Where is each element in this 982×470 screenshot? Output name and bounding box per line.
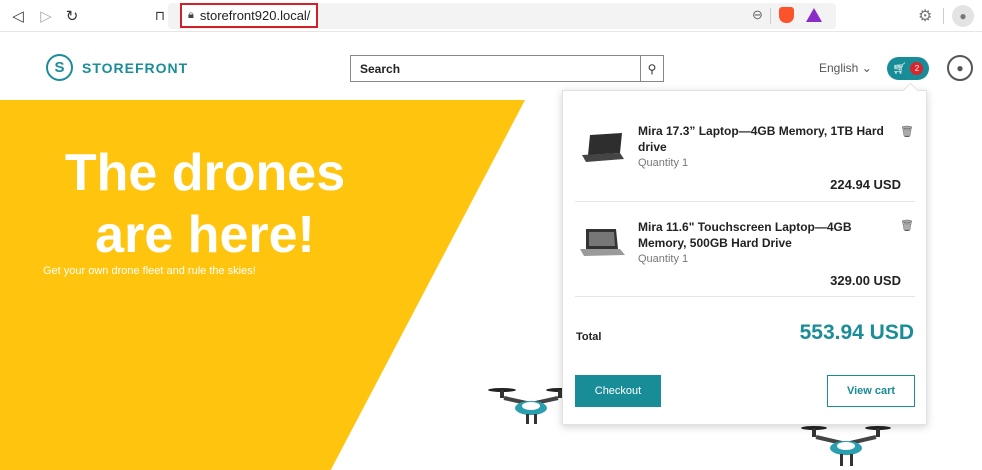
extensions-icon[interactable]: ⚙ — [918, 6, 932, 26]
laptop-17-thumbnail — [582, 133, 624, 162]
cart-icon: 🛒︎ — [892, 63, 907, 75]
divider — [575, 296, 915, 297]
language-selector[interactable]: English ⌄ — [819, 61, 872, 75]
reload-icon[interactable]: ↻ — [62, 6, 82, 26]
cart-item-price: 329.00 USD — [830, 273, 901, 288]
laptop-11-thumbnail — [580, 229, 625, 256]
divider — [943, 8, 944, 24]
search-button[interactable]: ⚲ — [640, 55, 664, 82]
back-icon[interactable]: ◁ — [8, 6, 28, 26]
trash-icon[interactable]: 🗑︎ — [900, 219, 914, 232]
search-bar: ⚲ — [350, 55, 664, 82]
browser-profile-icon[interactable]: ● — [952, 5, 974, 27]
url-text: storefront920.local/ — [199, 8, 311, 23]
zoom-icon[interactable]: ⊖ — [752, 7, 763, 23]
logo-text: STOREFRONT — [82, 59, 189, 76]
total-label: Total — [576, 331, 602, 343]
cart-item-name[interactable]: Mira 17.3” Laptop—4GB Memory, 1TB Hard d… — [638, 123, 893, 155]
search-input[interactable] — [350, 55, 640, 82]
lock-icon: 🔒︎ — [188, 9, 194, 21]
hero-title: The drones are here! — [40, 142, 370, 266]
language-label: English — [819, 61, 859, 75]
cart-item-quantity: Quantity 1 — [638, 157, 689, 169]
hero-title-line-2: are here! — [95, 206, 315, 264]
logo-icon: S — [46, 54, 73, 81]
cart-item-name[interactable]: Mira 11.6" Touchscreen Laptop—4GB Memory… — [638, 219, 893, 251]
user-account-button[interactable]: ● — [947, 55, 973, 81]
divider — [575, 201, 915, 202]
search-icon: ⚲ — [647, 61, 657, 76]
hero-title-line-1: The drones — [64, 144, 346, 202]
cart-count-badge: 2 — [910, 62, 924, 75]
cart-button[interactable]: 🛒︎ 2 — [887, 57, 929, 80]
brave-rewards-icon[interactable] — [806, 8, 822, 22]
address-bar[interactable]: 🔒︎ storefront920.local/ — [180, 3, 318, 28]
user-icon: ● — [956, 61, 964, 75]
cart-item-quantity: Quantity 1 — [638, 253, 689, 265]
forward-icon[interactable]: ▷ — [36, 6, 56, 26]
view-cart-button[interactable]: View cart — [827, 375, 915, 407]
hero-subtitle: Get your own drone fleet and rule the sk… — [43, 265, 256, 277]
divider — [770, 8, 771, 24]
total-value: 553.94 USD — [799, 321, 914, 344]
checkout-button[interactable]: Checkout — [575, 375, 661, 407]
drone-image — [801, 420, 891, 466]
cart-dropdown: Mira 17.3” Laptop—4GB Memory, 1TB Hard d… — [562, 90, 927, 425]
browser-toolbar: ◁ ▷ ↻ ⊓ 🔒︎ storefront920.local/ ⊖ ⚙ ● — [0, 0, 982, 32]
trash-icon[interactable]: 🗑︎ — [900, 125, 914, 138]
chevron-down-icon: ⌄ — [861, 61, 872, 75]
bookmark-icon[interactable]: ⊓ — [150, 6, 170, 26]
cart-item-price: 224.94 USD — [830, 177, 901, 192]
storefront-logo[interactable]: S STOREFRONT — [46, 54, 188, 81]
brave-shield-icon[interactable] — [779, 7, 794, 23]
